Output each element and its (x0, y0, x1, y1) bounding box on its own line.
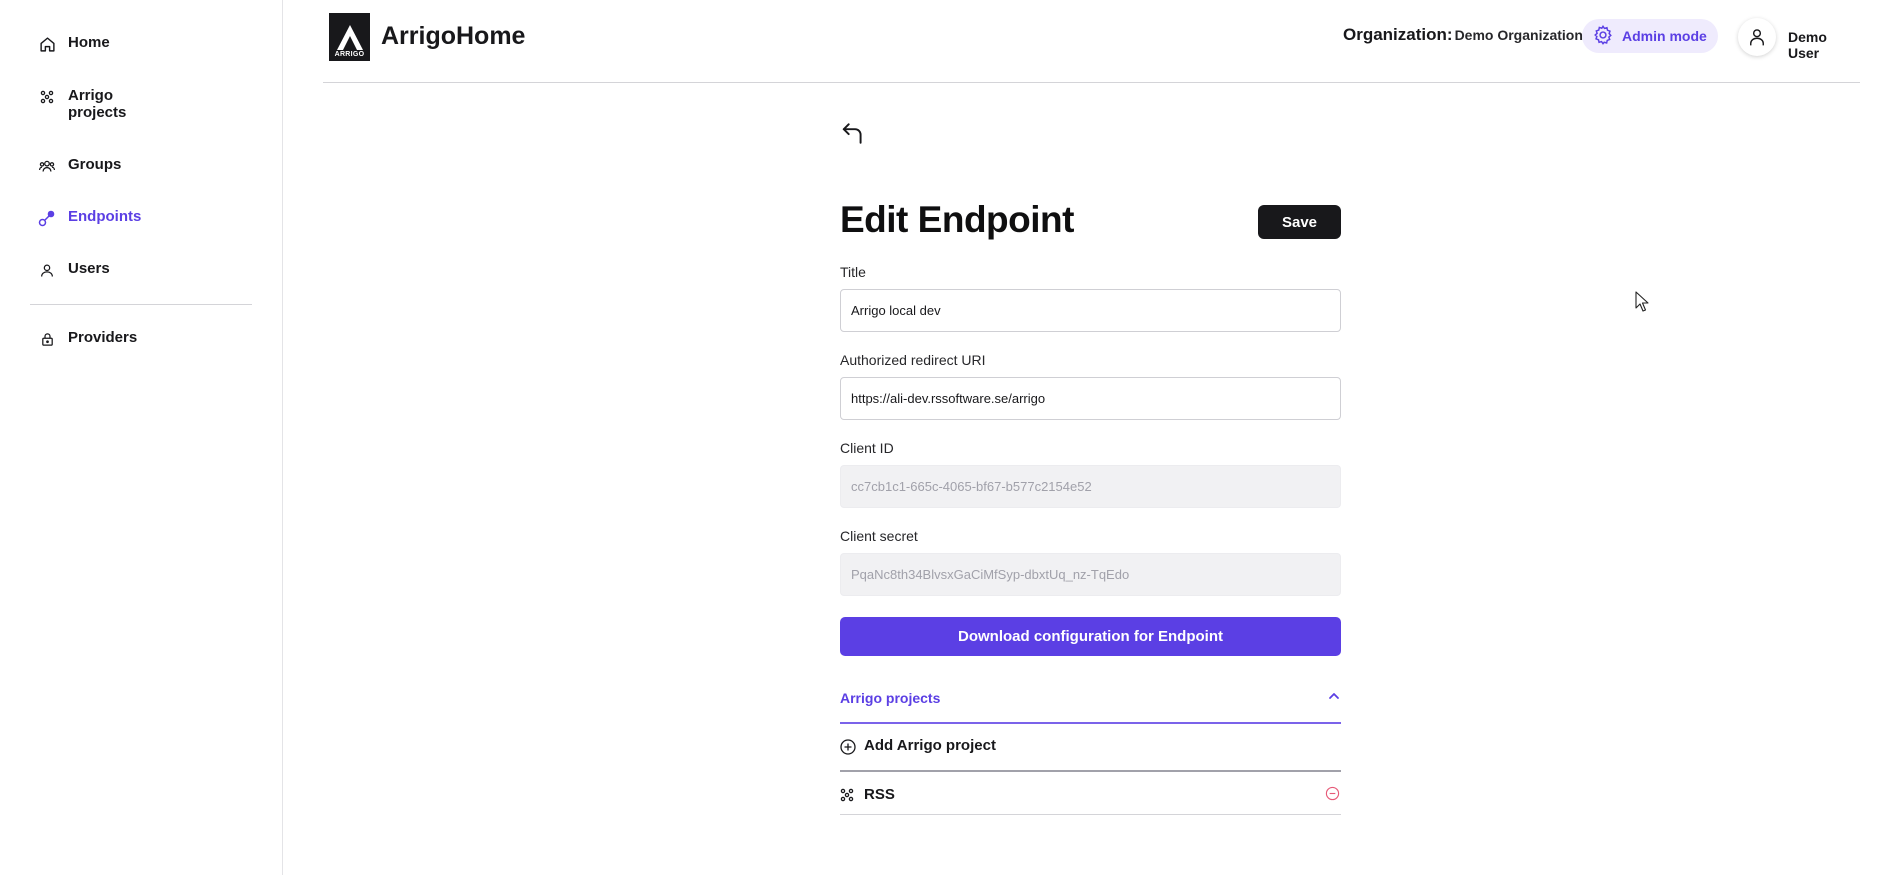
page-title: Edit Endpoint (840, 199, 1074, 240)
sidebar-item-label: Groups (68, 156, 122, 173)
user-avatar-icon (1750, 29, 1764, 46)
chevron-up-icon (1327, 689, 1341, 708)
client-secret-field (840, 553, 1341, 596)
sidebar-item-label: Endpoints (68, 208, 142, 225)
sidebar-divider (30, 304, 252, 305)
sidebar-item-label: Providers (68, 329, 138, 346)
arrigo-logo[interactable]: ARRIGO (329, 13, 370, 61)
arrigo-projects-accordion-header[interactable]: Arrigo projects (840, 686, 1341, 724)
client-id-field (840, 465, 1341, 508)
organization-name: Demo Organization (1454, 27, 1583, 43)
sidebar-item-label: Users (68, 260, 110, 277)
organization-indicator: Organization: Demo Organization (1343, 25, 1583, 45)
redirect-uri-label: Authorized redirect URI (840, 352, 986, 368)
client-secret-label: Client secret (840, 528, 918, 544)
sidebar-item-providers[interactable]: Providers (38, 329, 137, 348)
dots-cluster-icon (840, 788, 854, 807)
title-label: Title (840, 264, 866, 280)
user-icon (38, 261, 56, 279)
admin-mode-label: Admin mode (1622, 28, 1707, 44)
plus-circle-icon (840, 739, 856, 760)
endpoint-icon (38, 209, 56, 227)
accordion-title: Arrigo projects (840, 690, 941, 706)
add-arrigo-project-button[interactable]: Add Arrigo project (840, 735, 1341, 772)
sidebar-item-users[interactable]: Users (38, 260, 110, 279)
sidebar-item-arrigo-projects[interactable]: Arrigo projects (38, 87, 128, 121)
sidebar-item-home[interactable]: Home (38, 34, 110, 53)
admin-mode-toggle[interactable]: Admin mode (1582, 19, 1718, 53)
save-button[interactable]: Save (1258, 205, 1341, 239)
client-id-label: Client ID (840, 440, 894, 456)
mouse-cursor-icon (1635, 291, 1649, 313)
lock-icon (38, 330, 56, 348)
group-icon (38, 157, 56, 175)
top-header: ARRIGO ArrigoHome Organization: Demo Org… (323, 0, 1860, 83)
redirect-uri-input[interactable] (840, 377, 1341, 420)
logo-mark-icon (336, 25, 363, 50)
download-configuration-button[interactable]: Download configuration for Endpoint (840, 617, 1341, 656)
sidebar-item-label: Arrigo projects (68, 87, 127, 121)
list-item: RSS (840, 784, 1341, 815)
organization-label: Organization: (1343, 25, 1453, 44)
app-title: ArrigoHome (381, 22, 526, 50)
project-name: RSS (864, 786, 895, 803)
home-icon (38, 35, 56, 53)
title-input[interactable] (840, 289, 1341, 332)
remove-project-button[interactable] (1325, 786, 1341, 802)
minus-circle-icon (1325, 786, 1340, 801)
back-button[interactable] (840, 120, 868, 148)
sidebar: Home Arrigo projects Groups Endpoints Us… (0, 0, 283, 875)
sidebar-item-groups[interactable]: Groups (38, 156, 121, 175)
add-arrigo-project-label: Add Arrigo project (864, 737, 996, 754)
sidebar-item-endpoints[interactable]: Endpoints (38, 208, 141, 227)
logo-text: ARRIGO (334, 51, 365, 58)
sidebar-item-label: Home (68, 34, 110, 51)
back-arrow-icon (840, 123, 866, 150)
user-name[interactable]: Demo User (1788, 29, 1860, 61)
gear-icon (1592, 24, 1614, 49)
dots-cluster-icon (38, 88, 56, 106)
avatar[interactable] (1738, 18, 1776, 56)
